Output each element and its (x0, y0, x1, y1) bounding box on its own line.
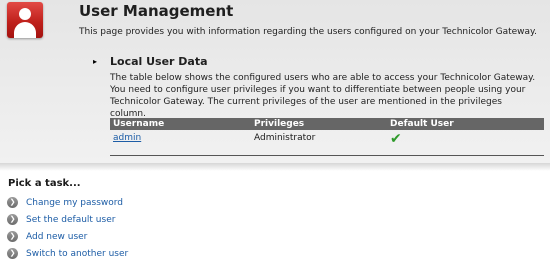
switch-user-link[interactable]: Switch to another user (26, 249, 128, 259)
username-cell: admin (110, 130, 251, 156)
set-default-user-link[interactable]: Set the default user (26, 215, 115, 225)
page-intro: This page provides you with information … (79, 27, 537, 37)
arrow-circle-icon[interactable]: ❯ (7, 248, 18, 259)
task-list: ❯ Change my password ❯ Set the default u… (7, 194, 128, 262)
column-header-privileges: Privileges (251, 118, 387, 130)
username-link[interactable]: admin (113, 133, 141, 143)
default-user-cell: ✔ (387, 130, 544, 156)
arrow-circle-icon[interactable]: ❯ (7, 231, 18, 242)
checkmark-icon: ✔ (390, 131, 402, 147)
task-title: Pick a task... (8, 178, 81, 189)
change-password-link[interactable]: Change my password (26, 198, 123, 208)
privileges-cell: Administrator (251, 130, 387, 156)
table-header-row: Username Privileges Default User (110, 118, 544, 130)
add-new-user-link[interactable]: Add new user (26, 232, 87, 242)
task-item: ❯ Add new user (7, 228, 128, 245)
user-icon (7, 2, 43, 38)
arrow-circle-icon[interactable]: ❯ (7, 197, 18, 208)
page-title: User Management (79, 2, 234, 20)
column-header-default-user: Default User (387, 118, 544, 130)
task-item: ❯ Switch to another user (7, 245, 128, 262)
section-title: Local User Data (110, 55, 208, 68)
column-header-username: Username (110, 118, 251, 130)
table-row: admin Administrator ✔ (110, 130, 544, 156)
arrow-circle-icon[interactable]: ❯ (7, 214, 18, 225)
panel-divider (0, 163, 550, 171)
task-item: ❯ Set the default user (7, 211, 128, 228)
bullet-icon: ▸ (93, 57, 98, 66)
section-description: The table below shows the configured use… (110, 73, 536, 119)
task-item: ❯ Change my password (7, 194, 128, 211)
users-table: Username Privileges Default User admin A… (110, 118, 544, 156)
